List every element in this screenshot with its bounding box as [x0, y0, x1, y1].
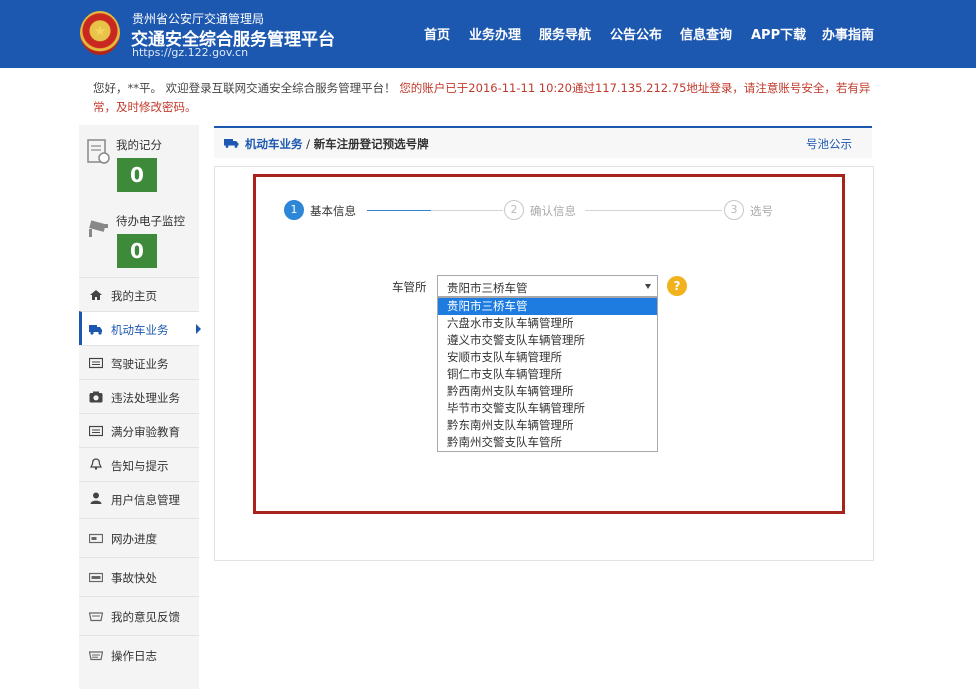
sidebar: 我的记分 0 待办电子监控 0 我的主页 机动车业务 驾驶证业务 违法处理业务 …: [79, 125, 201, 689]
nav-guide[interactable]: 办事指南: [822, 24, 874, 43]
step-1-label: 基本信息: [310, 204, 356, 218]
dropdown-option[interactable]: 黔西南州支队车辆管理所: [438, 383, 657, 400]
select-value: 贵阳市三桥车管: [447, 281, 528, 295]
my-score-panel[interactable]: 我的记分 0: [79, 125, 199, 200]
breadcrumb-section[interactable]: 机动车业务: [245, 137, 303, 151]
chevron-right-icon: [196, 324, 201, 334]
bell-icon: [90, 458, 102, 470]
welcome-greeting: 您好，**平。 欢迎登录互联网交通安全综合服务管理平台！: [93, 81, 396, 95]
sidebar-item-progress[interactable]: 网办进度: [79, 518, 199, 557]
police-emblem-logo: [80, 11, 120, 55]
card-icon: [89, 425, 103, 437]
step-line: [585, 210, 722, 211]
nav-announcement[interactable]: 公告公布: [610, 24, 662, 43]
vehicle-office-dropdown: 贵阳市三桥车管 六盘水市支队车辆管理所 遵义市交警支队车辆管理所 安顺市支队车辆…: [437, 297, 658, 452]
camera-icon: [89, 391, 103, 403]
help-icon[interactable]: ?: [667, 276, 687, 296]
sidebar-item-label: 满分审验教育: [111, 425, 180, 439]
step-1-circle: 1: [284, 200, 304, 220]
vehicle-office-select[interactable]: 贵阳市三桥车管: [437, 275, 658, 297]
sidebar-item-feedback[interactable]: 我的意见反馈: [79, 596, 199, 635]
number-pool-link[interactable]: 号池公示: [806, 136, 852, 152]
card-icon: [89, 357, 103, 369]
sidebar-item-log[interactable]: 操作日志: [79, 635, 199, 674]
nav-home[interactable]: 首页: [424, 24, 450, 43]
step-2-label: 确认信息: [530, 204, 576, 218]
step-2-circle: 2: [504, 200, 524, 220]
pending-monitor-panel[interactable]: 待办电子监控 0: [79, 201, 199, 276]
nav-app-download[interactable]: APP下载: [751, 24, 806, 43]
header-url: https://gz.122.gov.cn: [132, 46, 249, 59]
sidebar-item-label: 违法处理业务: [111, 391, 180, 405]
dropdown-option[interactable]: 铜仁市支队车辆管理所: [438, 366, 657, 383]
sidebar-item-notice[interactable]: 告知与提示: [79, 447, 199, 481]
progress-icon: [89, 533, 103, 544]
dropdown-option[interactable]: 六盘水市支队车辆管理所: [438, 315, 657, 332]
step-line-active: [367, 210, 431, 211]
dropdown-option[interactable]: 黔南州交警支队车管所: [438, 434, 657, 451]
sidebar-item-label: 操作日志: [111, 649, 157, 663]
truck-icon: [224, 139, 239, 148]
sidebar-item-full-score-education[interactable]: 满分审验教育: [79, 413, 199, 447]
nav-service-guide[interactable]: 服务导航: [539, 24, 591, 43]
vehicle-office-label: 车管所: [392, 280, 427, 294]
sidebar-item-label: 驾驶证业务: [111, 357, 169, 371]
sidebar-item-label: 网办进度: [111, 532, 157, 546]
feedback-icon: [89, 612, 103, 622]
dropdown-option[interactable]: 黔东南州支队车辆管理所: [438, 417, 657, 434]
sidebar-item-violation[interactable]: 违法处理业务: [79, 379, 199, 413]
site-header: 贵州省公安厅交通管理局 交通安全综合服务管理平台 https://gz.122.…: [0, 0, 976, 68]
dropdown-option[interactable]: 毕节市交警支队车辆管理所: [438, 400, 657, 417]
step-line: [431, 210, 503, 211]
log-icon: [89, 651, 103, 661]
sidebar-item-label: 事故快处: [111, 571, 157, 585]
my-score-label: 我的记分: [116, 138, 162, 152]
sidebar-item-label: 我的意见反馈: [111, 610, 180, 624]
pending-monitor-value: 0: [117, 234, 157, 268]
sidebar-item-accident[interactable]: 事故快处: [79, 557, 199, 596]
sidebar-item-label: 我的主页: [111, 289, 157, 303]
document-icon: [87, 139, 110, 164]
sidebar-item-label: 用户信息管理: [111, 493, 180, 507]
dropdown-option[interactable]: 贵阳市三桥车管: [438, 298, 657, 315]
step-3-circle: 3: [724, 200, 744, 220]
dropdown-option[interactable]: 遵义市交警支队车辆管理所: [438, 332, 657, 349]
camera-icon: [89, 220, 108, 237]
dropdown-option[interactable]: 安顺市支队车辆管理所: [438, 349, 657, 366]
welcome-message: 您好，**平。 欢迎登录互联网交通安全综合服务管理平台！ 您的账户已于2016-…: [93, 79, 893, 117]
truck-icon: [89, 325, 102, 335]
breadcrumb-separator: /: [302, 137, 314, 151]
accident-icon: [89, 572, 103, 583]
sidebar-item-license[interactable]: 驾驶证业务: [79, 345, 199, 379]
breadcrumb: 机动车业务 / 新车注册登记预选号牌: [245, 136, 429, 152]
pending-monitor-label: 待办电子监控: [116, 214, 185, 228]
home-icon: [90, 290, 102, 300]
breadcrumb-bar: 机动车业务 / 新车注册登记预选号牌 号池公示: [214, 126, 872, 158]
sidebar-item-label: 机动车业务: [111, 323, 169, 337]
user-icon: [90, 492, 102, 504]
caret-down-icon: [645, 284, 651, 289]
sidebar-item-vehicle[interactable]: 机动车业务: [79, 311, 201, 345]
nav-info-query[interactable]: 信息查询: [680, 24, 732, 43]
page-title: 新车注册登记预选号牌: [313, 137, 429, 151]
sidebar-item-user-info[interactable]: 用户信息管理: [79, 481, 199, 515]
sidebar-item-home[interactable]: 我的主页: [79, 277, 199, 311]
nav-business[interactable]: 业务办理: [469, 24, 521, 43]
my-score-value: 0: [117, 158, 157, 192]
step-3-label: 选号: [750, 204, 773, 218]
sidebar-item-label: 告知与提示: [111, 459, 169, 473]
